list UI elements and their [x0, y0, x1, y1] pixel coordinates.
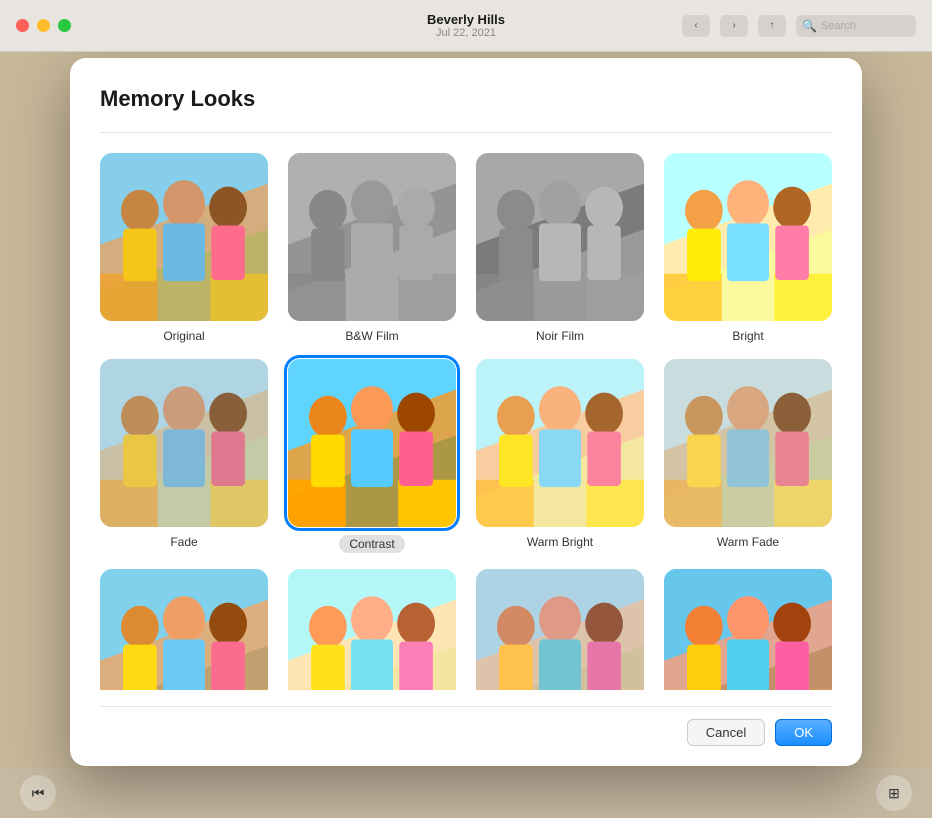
grid-icon: ⊞ [888, 785, 900, 802]
skip-back-icon: ⏮ [32, 785, 45, 802]
looks-grid: Original B&W Film Noir Film Bright Fade Contr… [100, 153, 832, 690]
skip-back-button[interactable]: ⏮ [20, 775, 56, 811]
look-thumb-original [100, 153, 268, 321]
look-thumb-warm-contrast [100, 569, 268, 690]
look-thumb-cool-bright [288, 569, 456, 690]
search-icon: 🔍 [802, 19, 817, 33]
look-thumb-noir-film [476, 153, 644, 321]
look-thumb-contrast [288, 359, 456, 527]
look-item-cool-bright[interactable]: Cool Bright [288, 569, 456, 690]
look-item-warm-contrast[interactable]: Warm Contrast [100, 569, 268, 690]
maximize-button[interactable] [58, 19, 71, 32]
look-item-noir-film[interactable]: Noir Film [476, 153, 644, 343]
look-thumb-cool-fade [476, 569, 644, 690]
minimize-button[interactable] [37, 19, 50, 32]
window-subtitle: Jul 22, 2021 [427, 27, 505, 39]
search-box[interactable]: 🔍 Search [796, 15, 916, 37]
look-item-original[interactable]: Original [100, 153, 268, 343]
traffic-lights [16, 19, 71, 32]
look-label-warm-fade: Warm Fade [717, 535, 779, 549]
look-item-cool-fade[interactable]: Cool Fade [476, 569, 644, 690]
look-thumb-warm-bright [476, 359, 644, 527]
look-label-bw-film: B&W Film [345, 329, 398, 343]
cancel-button[interactable]: Cancel [687, 719, 765, 746]
forward-icon: › [732, 20, 735, 31]
forward-button[interactable]: › [720, 15, 748, 37]
look-label-noir-film: Noir Film [536, 329, 584, 343]
memory-looks-modal: Memory Looks Original B&W Film Noir Film Br… [70, 58, 862, 766]
grid-button[interactable]: ⊞ [876, 775, 912, 811]
look-thumb-cool-contrast [664, 569, 832, 690]
look-thumb-warm-fade [664, 359, 832, 527]
look-label-original: Original [163, 329, 204, 343]
look-item-cool-contrast[interactable]: Cool Contrast [664, 569, 832, 690]
look-item-bright[interactable]: Bright [664, 153, 832, 343]
look-item-bw-film[interactable]: B&W Film [288, 153, 456, 343]
search-placeholder: Search [821, 20, 856, 32]
look-item-contrast[interactable]: Contrast [288, 359, 456, 553]
bottombar: ⏮ ⊞ [0, 768, 932, 818]
window-title: Beverly Hills [427, 12, 505, 27]
look-thumb-bright [664, 153, 832, 321]
close-button[interactable] [16, 19, 29, 32]
titlebar: Beverly Hills Jul 22, 2021 ‹ › ↑ 🔍 Searc… [0, 0, 932, 52]
look-item-warm-bright[interactable]: Warm Bright [476, 359, 644, 553]
look-label-contrast: Contrast [339, 535, 404, 553]
look-label-bright: Bright [732, 329, 763, 343]
share-button[interactable]: ↑ [758, 15, 786, 37]
titlebar-controls: ‹ › ↑ 🔍 Search [682, 15, 916, 37]
ok-button[interactable]: OK [775, 719, 832, 746]
look-thumb-bw-film [288, 153, 456, 321]
back-button[interactable]: ‹ [682, 15, 710, 37]
look-item-fade[interactable]: Fade [100, 359, 268, 553]
back-icon: ‹ [694, 20, 697, 31]
look-item-warm-fade[interactable]: Warm Fade [664, 359, 832, 553]
look-label-fade: Fade [170, 535, 197, 549]
look-thumb-fade [100, 359, 268, 527]
titlebar-center: Beverly Hills Jul 22, 2021 [427, 12, 505, 39]
modal-title: Memory Looks [100, 86, 832, 112]
share-icon: ↑ [770, 20, 775, 31]
modal-divider [100, 132, 832, 133]
look-label-warm-bright: Warm Bright [527, 535, 593, 549]
modal-footer: Cancel OK [100, 706, 832, 746]
